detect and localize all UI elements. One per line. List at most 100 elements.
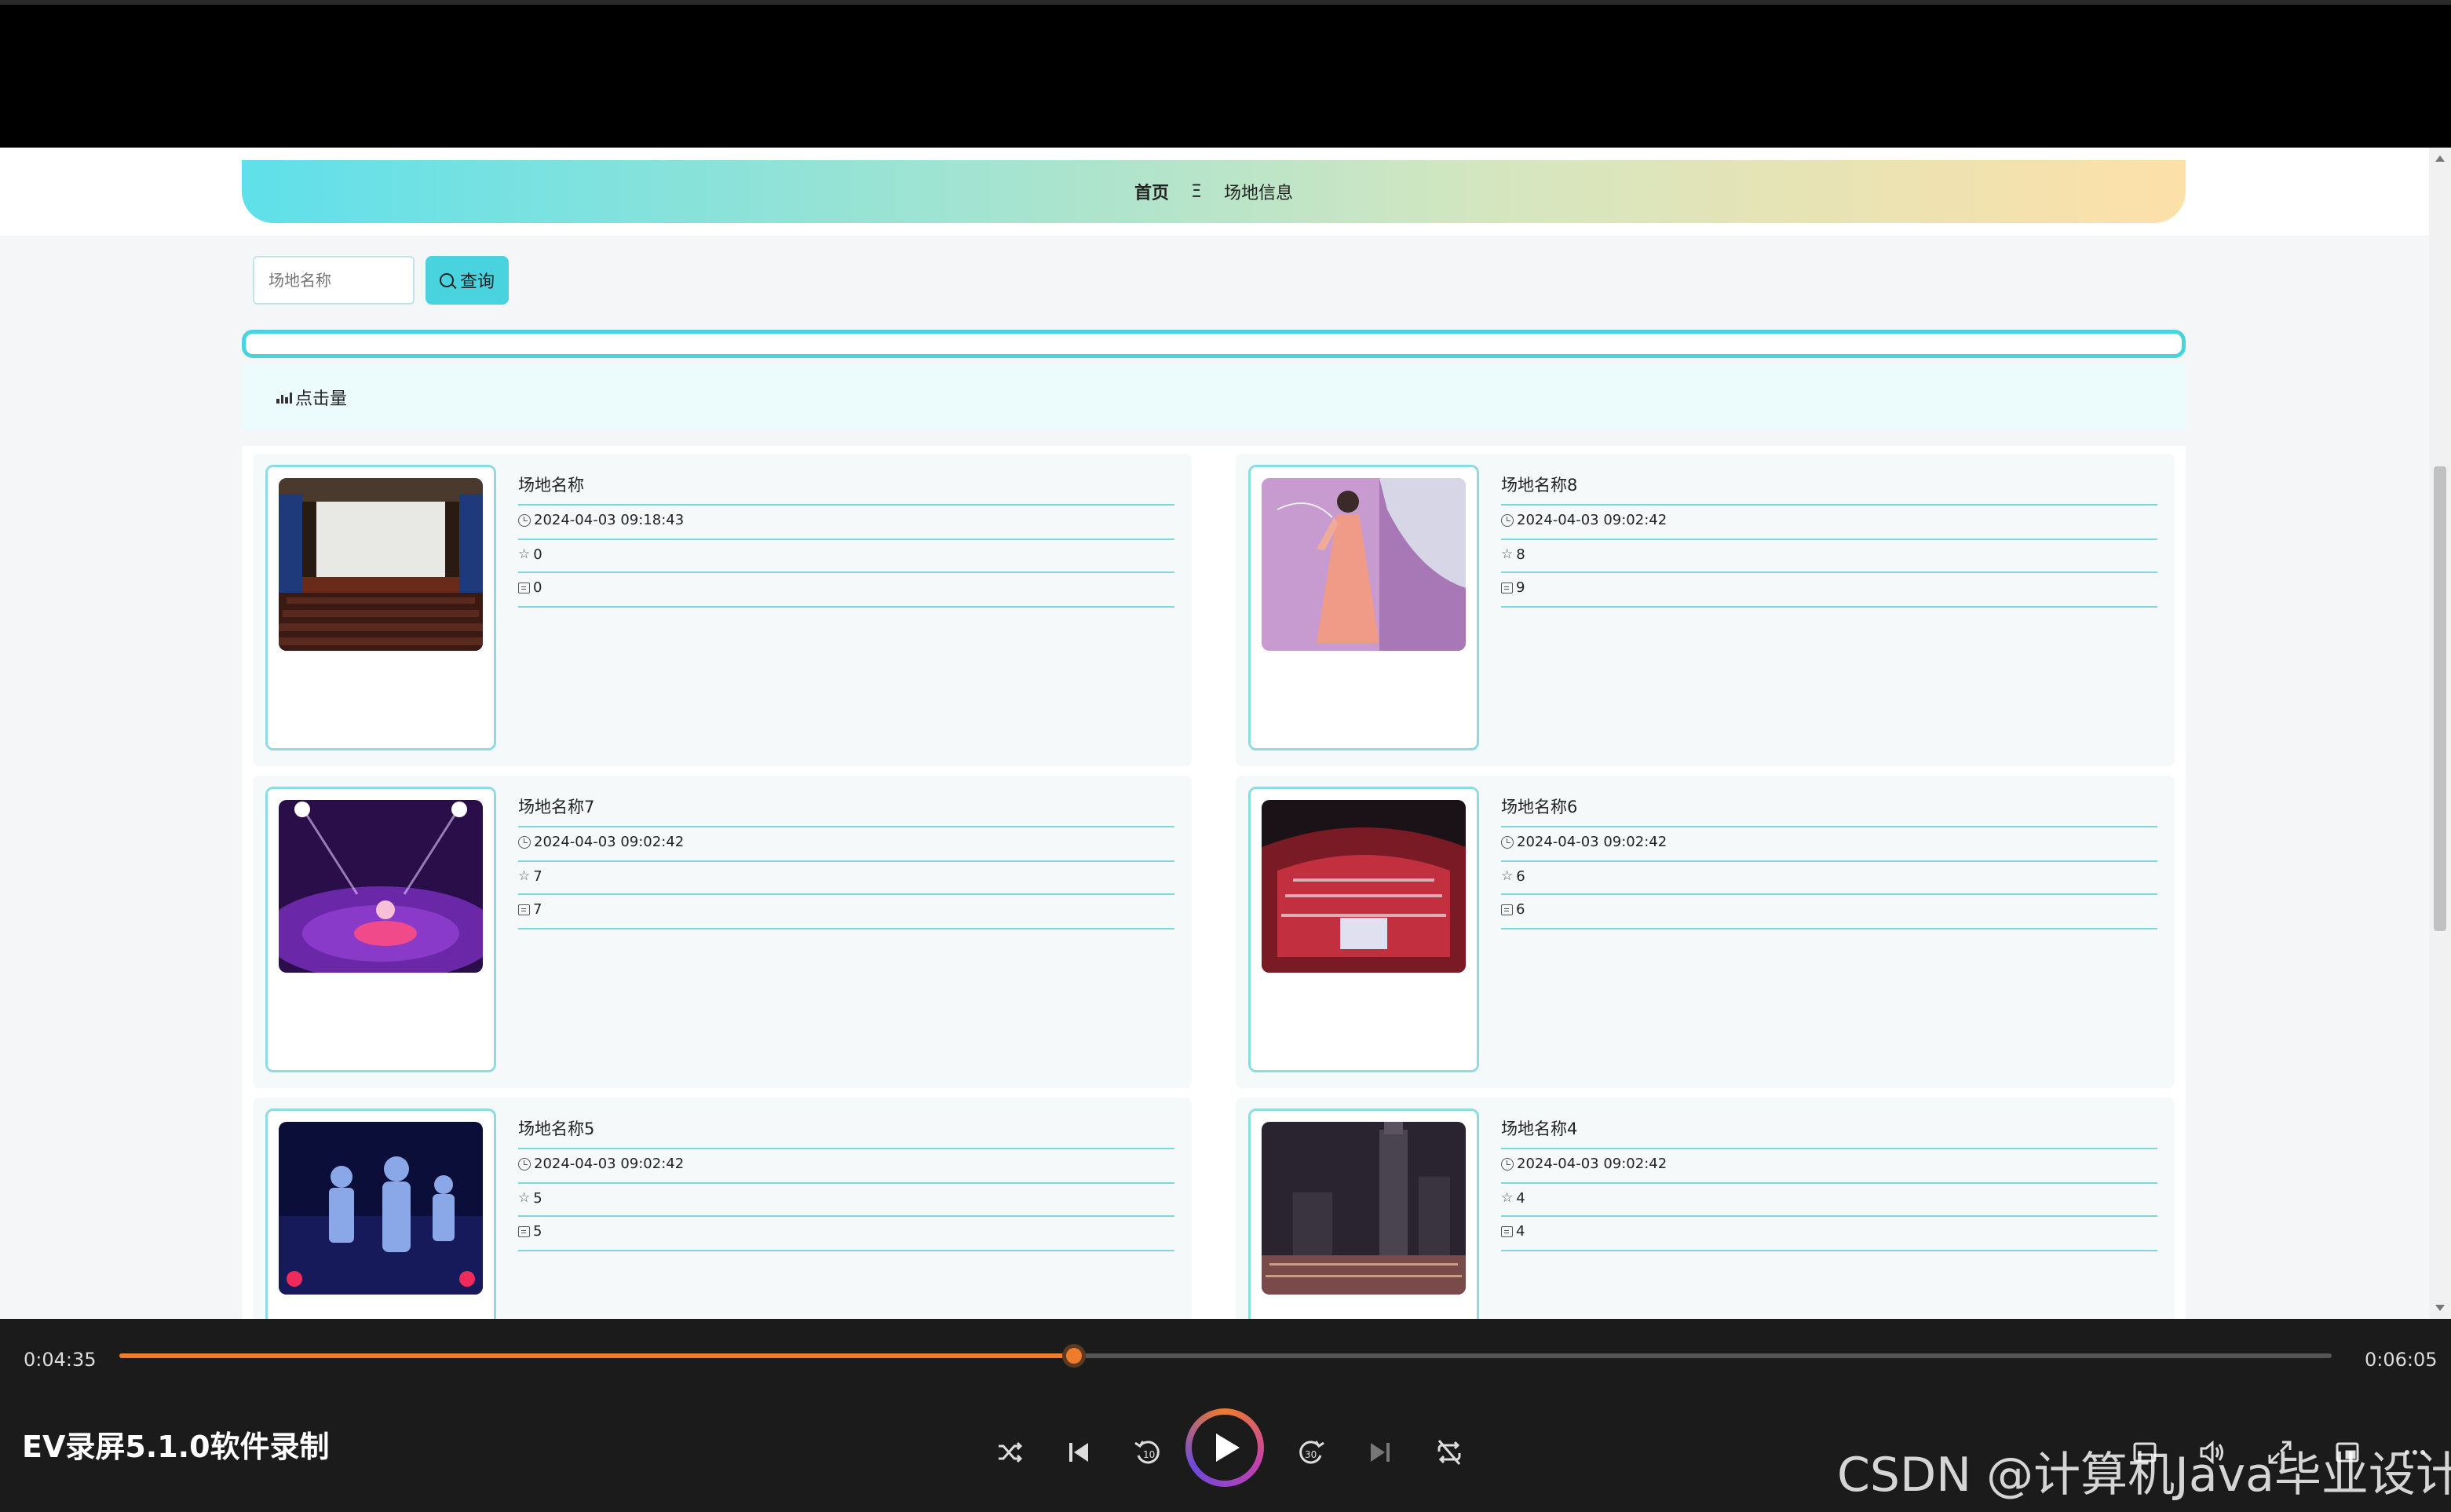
svg-text:10: 10 — [1143, 1449, 1155, 1460]
breadcrumb-separator-icon: Ξ — [1191, 181, 1202, 202]
divider — [1501, 1148, 2157, 1149]
sort-strip: 点击量 — [242, 364, 2186, 430]
clock-icon — [1501, 513, 1514, 527]
scroll-down-arrow-icon[interactable] — [2435, 1305, 2445, 1311]
venue-image-stadium[interactable] — [1262, 800, 1466, 973]
star-icon: ☆ — [1501, 1190, 1514, 1206]
venue-title[interactable]: 场地名称4 — [1501, 1116, 1577, 1140]
clock-icon — [518, 1157, 531, 1171]
divider — [1501, 1215, 2157, 1217]
divider — [518, 826, 1174, 827]
venue-time: 2024-04-03 09:02:42 — [1501, 1156, 1667, 1172]
video-player-bar: 0:04:35 0:06:05 EV录屏5.1.0软件录制 10 30 CSDN… — [0, 1319, 2451, 1512]
star-icon: ☆ — [1501, 546, 1514, 562]
next-track-icon[interactable] — [1363, 1435, 1397, 1470]
star-icon: ☆ — [518, 1190, 531, 1206]
clock-icon — [518, 835, 531, 849]
venue-thumbnail-frame[interactable] — [265, 787, 496, 1072]
venue-card[interactable]: 场地名称6 2024-04-03 09:02:42 ☆ 6 6 — [1236, 776, 2175, 1088]
venue-time-value: 2024-04-03 09:02:42 — [534, 834, 685, 850]
venue-image-cinema[interactable] — [279, 478, 483, 651]
web-page: 首页 Ξ 场地信息 查询 点击量 — [0, 148, 2429, 1319]
sort-by-clicks[interactable]: 点击量 — [295, 385, 347, 410]
star-icon: ☆ — [1501, 868, 1514, 884]
venue-thumbnail-frame[interactable] — [1248, 787, 1479, 1072]
divider — [518, 606, 1174, 608]
venue-title[interactable]: 场地名称8 — [1501, 473, 1577, 496]
csdn-watermark: CSDN @计算机Java毕业设计 — [1837, 1448, 2451, 1503]
star-icon: ☆ — [518, 546, 531, 562]
venue-comments: 9 — [1501, 579, 1525, 596]
divider — [1501, 572, 2157, 573]
venue-image-performance[interactable] — [279, 1122, 483, 1295]
venue-comments: 4 — [1501, 1223, 1525, 1240]
filter-bar — [242, 330, 2186, 358]
venue-card[interactable]: 场地名称5 2024-04-03 09:02:42 ☆ 5 5 — [253, 1097, 1192, 1319]
progress-handle[interactable] — [1061, 1344, 1086, 1368]
progress-track[interactable] — [119, 1344, 2332, 1368]
venue-image-stage[interactable] — [279, 800, 483, 973]
current-time: 0:04:35 — [24, 1349, 97, 1371]
screen: 首页 Ξ 场地信息 查询 点击量 — [0, 0, 2451, 1512]
repeat-off-icon[interactable] — [1432, 1435, 1467, 1470]
divider — [1501, 860, 2157, 862]
venue-likes-value: 6 — [1516, 868, 1525, 885]
venue-image-city-night[interactable] — [1262, 1122, 1466, 1295]
venue-comments: 6 — [1501, 901, 1525, 918]
venue-likes: ☆ 7 — [518, 868, 542, 885]
comment-icon — [1501, 1225, 1513, 1237]
venue-likes: ☆ 0 — [518, 546, 542, 563]
divider — [1501, 893, 2157, 895]
venue-card[interactable]: 场地名称4 2024-04-03 09:02:42 ☆ 4 4 — [1236, 1097, 2175, 1319]
previous-track-icon[interactable] — [1061, 1435, 1096, 1470]
bar-chart-icon — [276, 391, 292, 404]
comment-icon — [518, 1225, 530, 1237]
page-scrollbar[interactable] — [2429, 148, 2451, 1319]
scroll-up-arrow-icon[interactable] — [2435, 155, 2445, 162]
venue-comments-value: 9 — [1516, 579, 1525, 596]
venue-comments: 7 — [518, 901, 542, 918]
venue-time: 2024-04-03 09:02:42 — [1501, 512, 1667, 528]
venue-title[interactable]: 场地名称 — [518, 473, 584, 496]
divider — [1501, 504, 2157, 506]
venue-time-value: 2024-04-03 09:02:42 — [534, 1156, 685, 1172]
venue-time: 2024-04-03 09:02:42 — [518, 834, 684, 850]
venue-comments: 0 — [518, 579, 542, 596]
forward-30-icon[interactable]: 30 — [1294, 1435, 1328, 1470]
divider — [518, 893, 1174, 895]
venue-thumbnail-frame[interactable] — [1248, 465, 1479, 751]
venue-thumbnail-frame[interactable] — [265, 1108, 496, 1319]
recording-title: EV录屏5.1.0软件录制 — [22, 1430, 330, 1464]
divider — [518, 539, 1174, 540]
venue-card[interactable]: 场地名称8 2024-04-03 09:02:42 ☆ 8 9 — [1236, 454, 2175, 766]
search-button[interactable]: 查询 — [426, 256, 509, 305]
divider — [518, 504, 1174, 506]
venue-time-value: 2024-04-03 09:02:42 — [1517, 512, 1667, 528]
scrollbar-thumb[interactable] — [2434, 466, 2446, 931]
shuffle-icon[interactable] — [992, 1435, 1027, 1470]
breadcrumb: 首页 Ξ 场地信息 — [242, 160, 2186, 223]
venue-name-search-input[interactable] — [253, 256, 415, 305]
divider — [518, 1182, 1174, 1184]
venue-time-value: 2024-04-03 09:02:42 — [1517, 834, 1667, 850]
breadcrumb-home[interactable]: 首页 — [1134, 179, 1169, 204]
venue-title[interactable]: 场地名称5 — [518, 1116, 594, 1140]
divider — [518, 572, 1174, 573]
venue-likes-value: 4 — [1516, 1190, 1525, 1207]
venue-image-performer[interactable] — [1262, 478, 1466, 651]
divider — [518, 1148, 1174, 1149]
rewind-10-icon[interactable]: 10 — [1131, 1435, 1165, 1470]
venue-card[interactable]: 场地名称7 2024-04-03 09:02:42 ☆ 7 7 — [253, 776, 1192, 1088]
venue-likes: ☆ 8 — [1501, 546, 1525, 563]
venue-comments-value: 0 — [533, 579, 542, 596]
venue-comments-value: 6 — [1516, 901, 1525, 918]
comment-icon — [518, 904, 530, 915]
divider — [1501, 1250, 2157, 1251]
venue-title[interactable]: 场地名称6 — [1501, 794, 1577, 818]
venue-title[interactable]: 场地名称7 — [518, 794, 594, 818]
venue-card[interactable]: 场地名称 2024-04-03 09:18:43 ☆ 0 0 — [253, 454, 1192, 766]
venue-thumbnail-frame[interactable] — [265, 465, 496, 751]
comment-icon — [518, 582, 530, 593]
play-button[interactable] — [1185, 1408, 1264, 1487]
venue-thumbnail-frame[interactable] — [1248, 1108, 1479, 1319]
